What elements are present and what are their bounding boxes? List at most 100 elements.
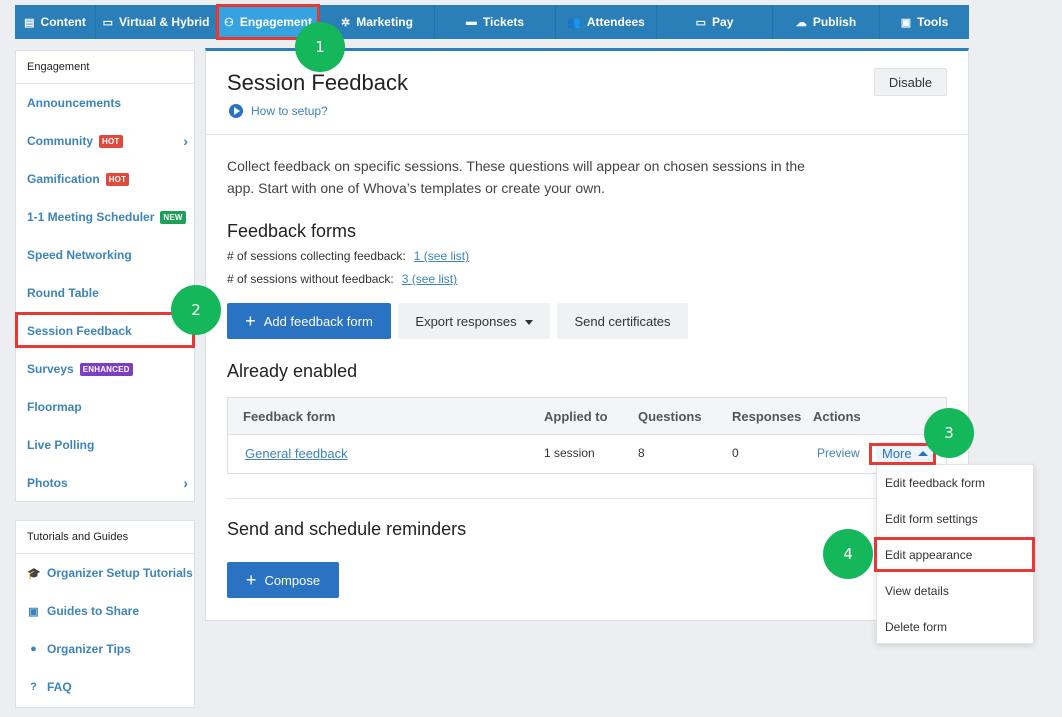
new-badge: NEW	[160, 210, 186, 224]
ticket-icon: ▬	[465, 16, 477, 28]
tutorial-item-label: FAQ	[47, 680, 72, 694]
nav-tickets[interactable]: ▬ Tickets	[435, 5, 556, 39]
lightbulb-icon: ●	[30, 643, 37, 655]
sidebar-item-surveys[interactable]: Surveys ENHANCED	[16, 350, 194, 388]
stat-without: # of sessions without feedback: 3 (see li…	[227, 272, 457, 286]
sidebar-item-label: Gamification	[27, 172, 100, 186]
nav-publish[interactable]: ☁ Publish	[773, 5, 880, 39]
hot-badge: HOT	[105, 172, 130, 186]
plus-icon: +	[245, 311, 256, 331]
sidebar-item-round-table[interactable]: Round Table	[16, 274, 194, 312]
tutorial-item-guides[interactable]: ▣ Guides to Share	[16, 592, 194, 630]
nav-label: Virtual & Hybrid	[118, 15, 210, 29]
column-header: Responses	[732, 409, 802, 424]
plus-icon: +	[245, 570, 257, 590]
nav-label: Attendees	[586, 15, 645, 29]
nav-content[interactable]: ▤ Content	[15, 5, 96, 39]
caret-down-icon	[524, 319, 533, 325]
applied-to-cell: 1 session	[544, 446, 595, 460]
see-list-link[interactable]: 3 (see list)	[402, 272, 457, 286]
sidebar: Engagement Announcements Community HOT › G…	[15, 50, 195, 502]
sidebar-item-label: Speed Networking	[27, 248, 132, 262]
nav-attendees[interactable]: 👥 Attendees	[556, 5, 657, 39]
sidebar-item-announcements[interactable]: Announcements	[16, 84, 194, 122]
enhanced-badge: ENHANCED	[79, 362, 133, 376]
enabled-forms-table: Feedback form Applied to Questions Respo…	[227, 397, 947, 474]
sidebar-item-photos[interactable]: Photos ›	[16, 464, 194, 502]
already-enabled-heading: Already enabled	[227, 361, 358, 381]
compose-button[interactable]: + Compose	[227, 562, 339, 598]
cloud-upload-icon: ☁	[795, 16, 807, 29]
column-header: Actions	[813, 409, 861, 424]
stat-label: # of sessions without feedback:	[227, 272, 394, 286]
share-screen-icon: ▣	[28, 605, 39, 618]
see-list-link[interactable]: 1 (see list)	[414, 249, 469, 263]
how-to-label: How to setup?	[251, 104, 328, 118]
sidebar-item-meeting-scheduler[interactable]: 1-1 Meeting Scheduler NEW	[16, 198, 194, 236]
divider	[206, 134, 968, 135]
nav-label: Tools	[917, 15, 949, 29]
sidebar-item-community[interactable]: Community HOT ›	[16, 122, 194, 160]
megaphone-icon: ✲	[341, 16, 351, 29]
sidebar-item-live-polling[interactable]: Live Polling	[16, 426, 194, 464]
tutorial-item-label: Organizer Setup Tutorials	[47, 566, 193, 580]
tutorial-item-setup[interactable]: 🎓 Organizer Setup Tutorials	[16, 554, 194, 592]
table-header: Feedback form Applied to Questions Respo…	[228, 398, 946, 435]
laptop-icon: ▭	[102, 16, 113, 29]
tutorial-item-tips[interactable]: ● Organizer Tips	[16, 630, 194, 668]
how-to-setup-link[interactable]: How to setup?	[229, 104, 328, 118]
menu-item-edit-form-settings[interactable]: Edit form settings	[877, 501, 1033, 537]
disable-button[interactable]: Disable	[874, 68, 947, 96]
step-badge-1: 1	[295, 22, 345, 72]
form-name-link[interactable]: General feedback	[245, 446, 348, 461]
menu-item-delete-form[interactable]: Delete form	[877, 609, 1033, 645]
nav-label: Publish	[812, 15, 857, 29]
menu-item-edit-feedback-form[interactable]: Edit feedback form	[877, 465, 1033, 501]
menu-item-view-details[interactable]: View details	[877, 573, 1033, 609]
button-label: Add feedback form	[263, 313, 373, 329]
column-header: Applied to	[544, 409, 608, 424]
sidebar-item-gamification[interactable]: Gamification HOT	[16, 160, 194, 198]
nav-tools[interactable]: ▣ Tools	[880, 5, 969, 39]
stat-label: # of sessions collecting feedback:	[227, 249, 406, 263]
nav-virtual-hybrid[interactable]: ▭ Virtual & Hybrid	[96, 5, 217, 39]
sidebar-item-label: Surveys	[27, 362, 74, 376]
tutorial-item-label: Organizer Tips	[47, 642, 131, 656]
divider	[227, 498, 946, 499]
sidebar-heading: Engagement	[16, 51, 194, 84]
sidebar-item-label: 1-1 Meeting Scheduler	[27, 210, 155, 224]
card-icon: ▭	[695, 16, 707, 29]
export-responses-button[interactable]: Export responses	[398, 303, 550, 339]
toolbox-icon: ▣	[900, 16, 912, 29]
sidebar-item-floormap[interactable]: Floormap	[16, 388, 194, 426]
sidebar-item-label: Announcements	[27, 96, 122, 110]
button-label: Compose	[264, 572, 321, 588]
question-circle-icon: ?	[30, 681, 37, 693]
tutorial-item-label: Guides to Share	[47, 604, 140, 618]
highlight-session-feedback	[15, 312, 195, 348]
hot-badge: HOT	[99, 134, 123, 148]
chevron-right-icon: ›	[183, 133, 188, 149]
graduation-cap-icon: 🎓	[27, 567, 41, 580]
nav-label: Marketing	[356, 15, 413, 29]
send-certificates-button[interactable]: Send certificates	[557, 303, 688, 339]
reminders-heading: Send and schedule reminders	[227, 519, 467, 539]
step-badge-3: 3	[924, 408, 974, 458]
tutorial-item-faq[interactable]: ? FAQ	[16, 668, 194, 706]
sidebar-item-speed-networking[interactable]: Speed Networking	[16, 236, 194, 274]
step-badge-4: 4	[823, 529, 873, 579]
preview-link[interactable]: Preview	[817, 446, 860, 460]
step-badge-2: 2	[171, 285, 221, 335]
add-feedback-form-button[interactable]: + Add feedback form	[227, 303, 391, 339]
table-row: General feedback 1 session 8 0 Preview M…	[228, 435, 946, 473]
nav-pay[interactable]: ▭ Pay	[657, 5, 773, 39]
nav-label: Tickets	[482, 15, 525, 29]
stat-collecting: # of sessions collecting feedback: 1 (see…	[227, 249, 469, 263]
sidebar-item-label: Live Polling	[27, 438, 95, 452]
chevron-right-icon: ›	[183, 475, 188, 491]
questions-cell: 8	[638, 446, 645, 460]
tutorials-panel: Tutorials and Guides 🎓 Organizer Setup Tu…	[15, 520, 195, 708]
sidebar-item-label: Photos	[27, 476, 68, 490]
list-icon: ▤	[24, 16, 35, 29]
button-label: Export responses	[415, 313, 517, 329]
